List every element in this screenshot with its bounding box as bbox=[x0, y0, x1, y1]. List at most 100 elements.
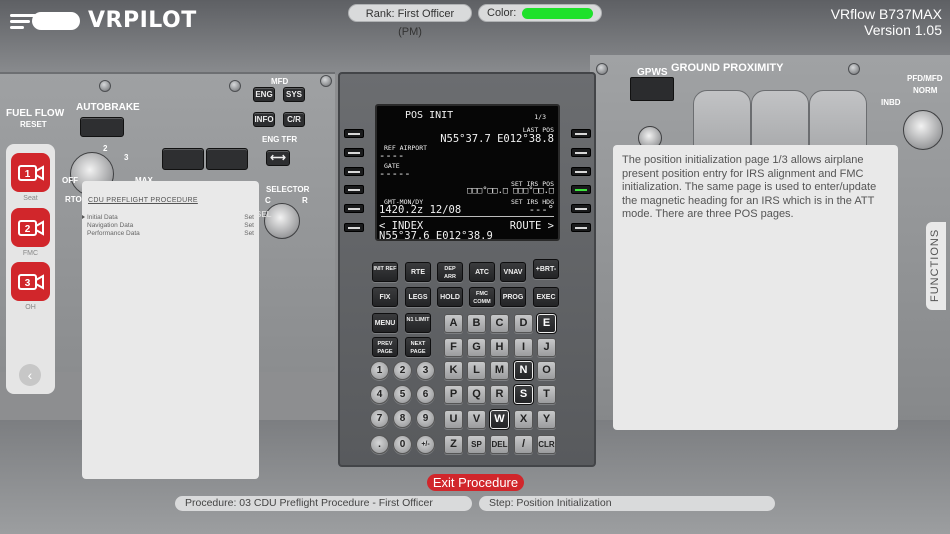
key-d[interactable]: D bbox=[514, 314, 533, 333]
next-page-key[interactable]: NEXT PAGE bbox=[405, 337, 431, 357]
lsk-6l[interactable] bbox=[344, 223, 364, 232]
procedure-item-state: Set bbox=[244, 230, 254, 237]
camera-number: 1 bbox=[24, 169, 30, 180]
key-1[interactable]: 1 bbox=[370, 361, 389, 380]
camera-seat-button[interactable]: 1 bbox=[11, 153, 50, 192]
key-delete[interactable]: DEL bbox=[490, 435, 509, 454]
key-n[interactable]: N bbox=[513, 360, 534, 381]
key-t[interactable]: T bbox=[537, 385, 556, 404]
selector-r-label: R bbox=[302, 196, 308, 205]
key-y[interactable]: Y bbox=[537, 410, 556, 429]
legs-key[interactable]: LEGS bbox=[405, 287, 431, 307]
prog-key[interactable]: PROG bbox=[500, 287, 526, 307]
functions-tab-label: FUNCTIONS bbox=[929, 228, 941, 302]
current-item-marker-icon bbox=[82, 215, 85, 219]
camera-number: 2 bbox=[24, 224, 30, 235]
key-8[interactable]: 8 bbox=[393, 409, 412, 428]
rte-key[interactable]: RTE bbox=[405, 262, 431, 282]
last-pos-value: N55°37.7 E012°38.8 bbox=[440, 133, 554, 145]
key-z[interactable]: Z bbox=[444, 435, 463, 454]
key-e[interactable]: E bbox=[536, 313, 557, 334]
procedure-title: CDU PREFLIGHT PROCEDURE bbox=[88, 197, 198, 204]
rank-selector[interactable]: Rank: First Officer (PM) bbox=[348, 4, 472, 38]
key-l[interactable]: L bbox=[467, 361, 486, 380]
key-7[interactable]: 7 bbox=[370, 409, 389, 428]
key-k[interactable]: K bbox=[444, 361, 463, 380]
lsk-1r[interactable] bbox=[571, 129, 591, 138]
lsk-4r[interactable] bbox=[571, 185, 591, 194]
key-q[interactable]: Q bbox=[467, 385, 486, 404]
init-ref-key[interactable]: INIT REF bbox=[372, 262, 398, 282]
lsk-5r[interactable] bbox=[571, 204, 591, 213]
key-2[interactable]: 2 bbox=[393, 361, 412, 380]
brightness-key[interactable]: +BRT- bbox=[533, 259, 559, 279]
fuel-flow-reset-label: RESET bbox=[20, 120, 47, 129]
key-x[interactable]: X bbox=[514, 410, 533, 429]
key-b[interactable]: B bbox=[467, 314, 486, 333]
key-a[interactable]: A bbox=[444, 314, 463, 333]
key-4[interactable]: 4 bbox=[370, 385, 389, 404]
key-0[interactable]: 0 bbox=[393, 435, 412, 454]
mfd-cr-button[interactable]: C/R bbox=[283, 112, 305, 127]
key-plus-minus[interactable]: +/- bbox=[416, 435, 435, 454]
key-i[interactable]: I bbox=[514, 338, 533, 357]
dep-arr-key[interactable]: DEP ARR bbox=[437, 262, 463, 282]
key-clear[interactable]: CLR bbox=[537, 435, 556, 454]
video-camera-icon: 2 bbox=[17, 219, 44, 236]
fix-key[interactable]: FIX bbox=[372, 287, 398, 307]
lsk-3l[interactable] bbox=[344, 167, 364, 176]
camera-fmc-button[interactable]: 2 bbox=[11, 208, 50, 247]
key-3[interactable]: 3 bbox=[416, 361, 435, 380]
key-space[interactable]: SP bbox=[467, 435, 486, 454]
key-p[interactable]: P bbox=[444, 385, 463, 404]
camera-oh-button[interactable]: 3 bbox=[11, 262, 50, 301]
key-v[interactable]: V bbox=[467, 410, 486, 429]
key-slash[interactable]: / bbox=[514, 435, 533, 454]
eng-tfr-button[interactable]: ⟷ bbox=[266, 150, 290, 166]
key-s[interactable]: S bbox=[513, 384, 534, 405]
fmc-comm-key[interactable]: FMC COMM bbox=[469, 287, 495, 307]
mfd-sys-button[interactable]: SYS bbox=[283, 87, 305, 102]
lsk-5l[interactable] bbox=[344, 204, 364, 213]
key-g[interactable]: G bbox=[467, 338, 486, 357]
source-selector-knob[interactable] bbox=[264, 203, 300, 239]
key-o[interactable]: O bbox=[537, 361, 556, 380]
mfd-info-button[interactable]: INFO bbox=[253, 112, 275, 127]
display-select-knob[interactable] bbox=[903, 110, 943, 150]
lsk-2r[interactable] bbox=[571, 148, 591, 157]
key-9[interactable]: 9 bbox=[416, 409, 435, 428]
vnav-key[interactable]: VNAV bbox=[500, 262, 526, 282]
lsk-2l[interactable] bbox=[344, 148, 364, 157]
key-6[interactable]: 6 bbox=[416, 385, 435, 404]
key-u[interactable]: U bbox=[444, 410, 463, 429]
chevron-left-icon[interactable]: ‹ bbox=[19, 364, 41, 386]
lsk-6r[interactable] bbox=[571, 223, 591, 232]
atc-key[interactable]: ATC bbox=[469, 262, 495, 282]
camera-fmc-label: FMC bbox=[22, 250, 39, 257]
n1-limit-key[interactable]: N1 LIMIT bbox=[405, 313, 431, 333]
key-r[interactable]: R bbox=[490, 385, 509, 404]
key-c[interactable]: C bbox=[490, 314, 509, 333]
prev-page-key[interactable]: PREV PAGE bbox=[372, 337, 398, 357]
cdu-page-title: POS INIT bbox=[405, 110, 454, 121]
key-f[interactable]: F bbox=[444, 338, 463, 357]
menu-key[interactable]: MENU bbox=[372, 313, 398, 333]
key-5[interactable]: 5 bbox=[393, 385, 412, 404]
functions-tab[interactable]: FUNCTIONS bbox=[926, 222, 946, 310]
lsk-4l[interactable] bbox=[344, 185, 364, 194]
lsk-1l[interactable] bbox=[344, 129, 364, 138]
panel-screw bbox=[99, 80, 111, 92]
mfd-eng-button[interactable]: ENG bbox=[253, 87, 275, 102]
exit-procedure-button[interactable]: Exit Procedure bbox=[427, 474, 524, 491]
key-dot[interactable]: . bbox=[370, 435, 389, 454]
key-m[interactable]: M bbox=[490, 361, 509, 380]
exec-key[interactable]: EXEC bbox=[533, 287, 559, 307]
key-w[interactable]: W bbox=[489, 409, 510, 430]
autobrake-rto-label: RTO bbox=[65, 195, 82, 204]
color-selector[interactable]: Color: bbox=[478, 4, 602, 22]
key-h[interactable]: H bbox=[490, 338, 509, 357]
key-j[interactable]: J bbox=[537, 338, 556, 357]
set-irs-pos-value: □□□°□□.□ □□□°□□.□ bbox=[467, 186, 554, 196]
hold-key[interactable]: HOLD bbox=[437, 287, 463, 307]
lsk-3r[interactable] bbox=[571, 167, 591, 176]
